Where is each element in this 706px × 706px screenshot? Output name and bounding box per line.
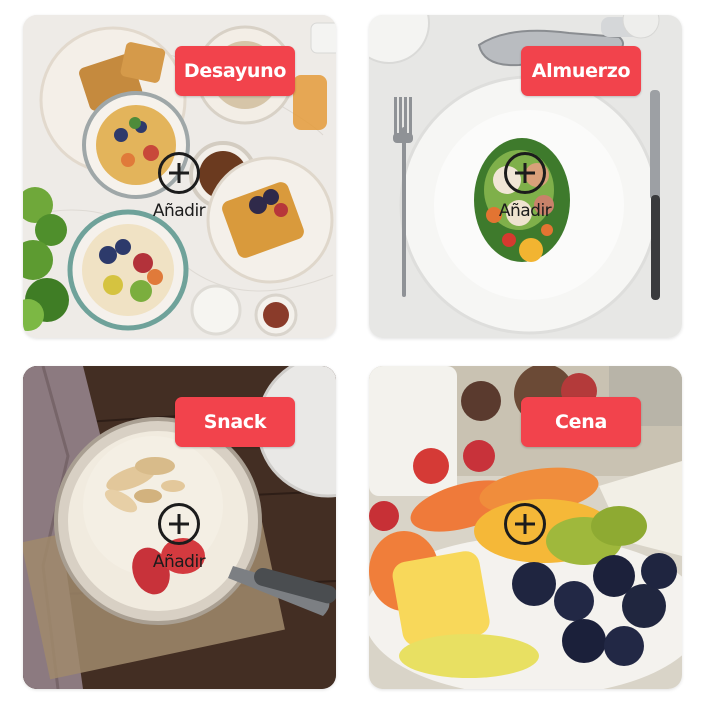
meal-card-almuerzo[interactable]: Almuerzo Añadir	[369, 15, 682, 338]
desayuno-label[interactable]: Desayuno	[175, 46, 295, 96]
add-circle-icon[interactable]	[158, 152, 200, 194]
add-circle-icon[interactable]	[158, 503, 200, 545]
almuerzo-label[interactable]: Almuerzo	[521, 46, 641, 96]
add-circle-icon[interactable]	[504, 503, 546, 545]
cena-label[interactable]: Cena	[521, 397, 641, 447]
meal-card-snack[interactable]: Snack Añadir	[23, 366, 336, 689]
add-almuerzo-button[interactable]: Añadir	[498, 152, 552, 242]
add-label: Añadir	[152, 201, 206, 221]
add-circle-icon[interactable]	[504, 152, 546, 194]
add-cena-button[interactable]	[501, 503, 549, 593]
meal-card-desayuno[interactable]: Desayuno Añadir	[23, 15, 336, 338]
snack-label[interactable]: Snack	[175, 397, 295, 447]
add-desayuno-button[interactable]: Añadir	[152, 152, 206, 242]
add-snack-button[interactable]: Añadir	[152, 503, 206, 593]
add-label: Añadir	[498, 201, 552, 221]
meal-card-cena[interactable]: Cena	[369, 366, 682, 689]
add-label: Añadir	[152, 552, 206, 572]
